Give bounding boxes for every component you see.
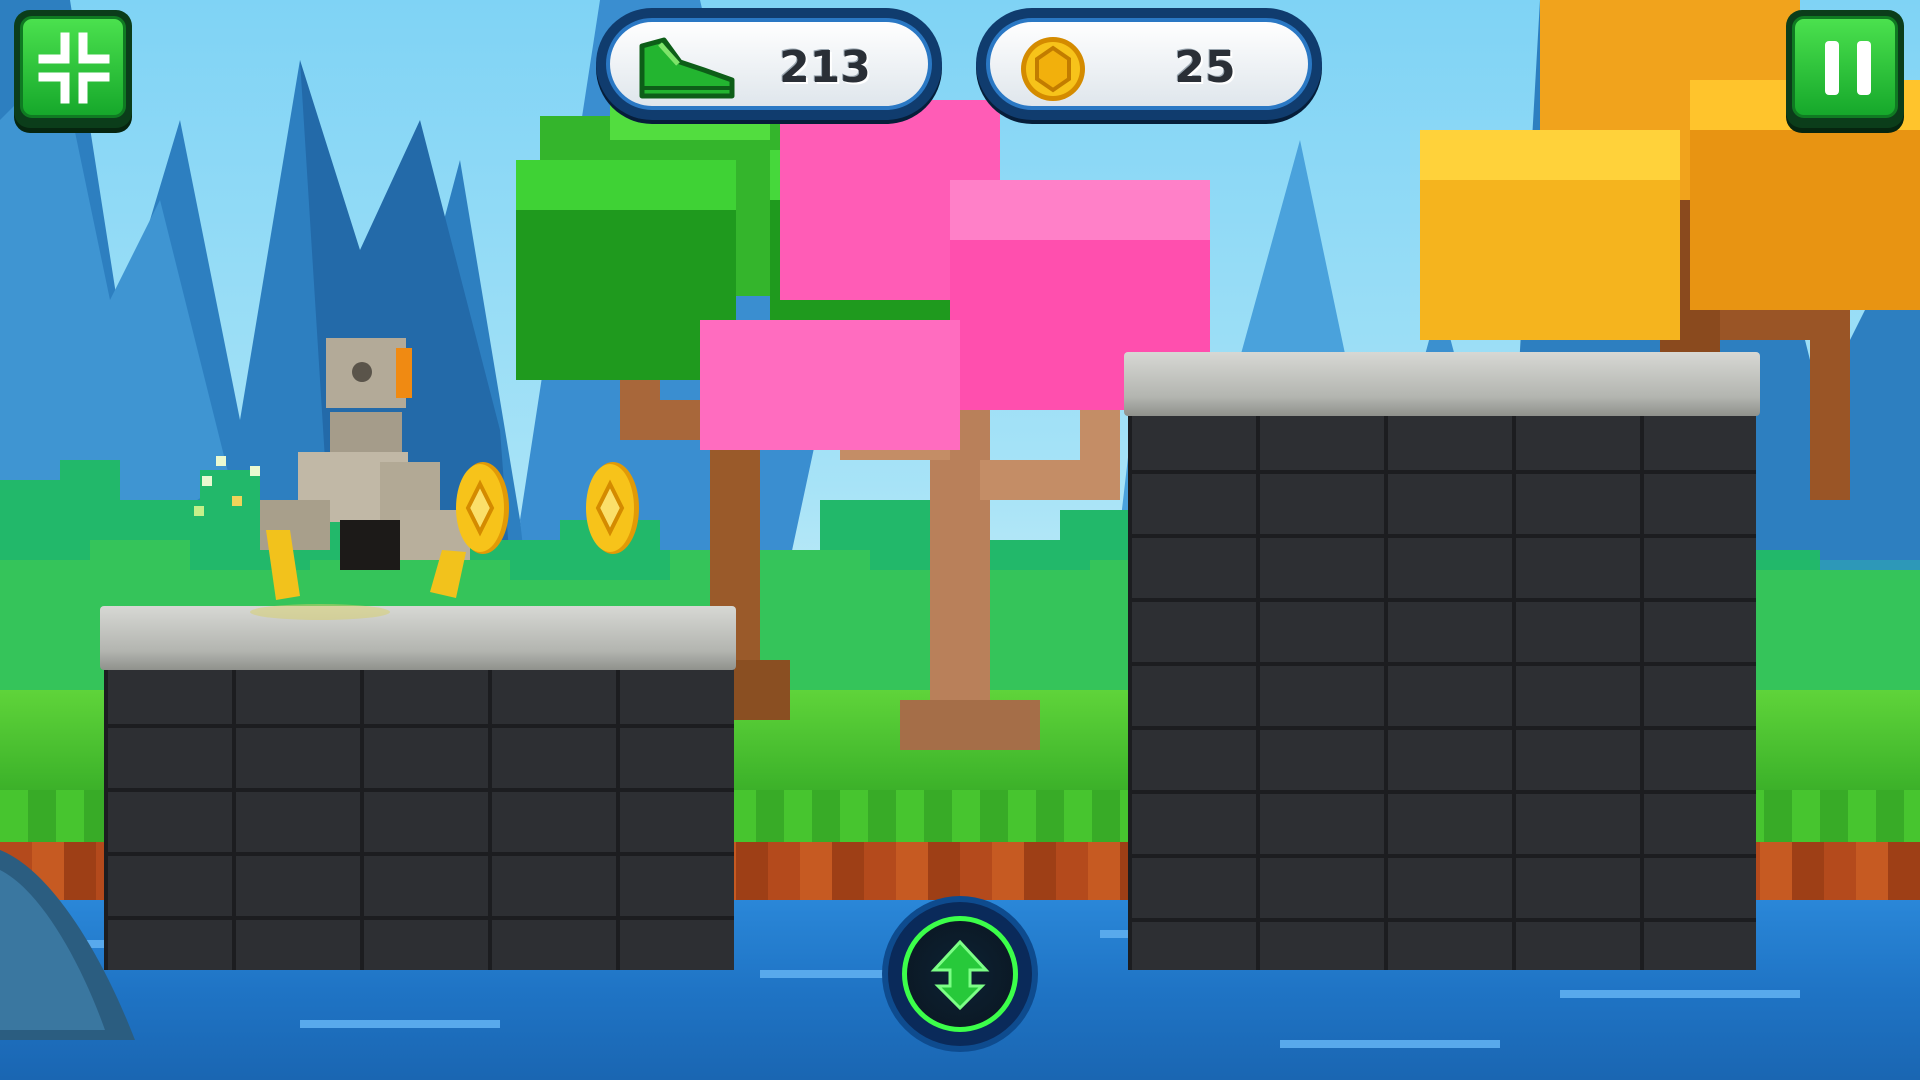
coin-value: 25 xyxy=(1174,42,1236,93)
coin-counter: 25 xyxy=(976,8,1322,120)
collapse-arrows-icon xyxy=(38,32,110,104)
coin-1 xyxy=(456,462,509,554)
shrink-button[interactable] xyxy=(14,10,132,128)
pause-icon xyxy=(1825,41,1871,95)
right-platform-cap xyxy=(1124,352,1760,416)
shoe-icon xyxy=(639,37,735,99)
game-scene: 213 25 xyxy=(0,0,1920,1080)
up-arrow-icon xyxy=(930,940,990,1010)
distance-value: 213 xyxy=(779,42,871,93)
jump-button[interactable] xyxy=(888,902,1032,1046)
right-brick-platform xyxy=(1128,406,1756,970)
left-brick-platform xyxy=(104,660,734,970)
coin-2 xyxy=(586,462,639,554)
coin-icon xyxy=(1021,37,1085,101)
distance-counter: 213 xyxy=(596,8,942,120)
pause-button[interactable] xyxy=(1786,10,1904,128)
